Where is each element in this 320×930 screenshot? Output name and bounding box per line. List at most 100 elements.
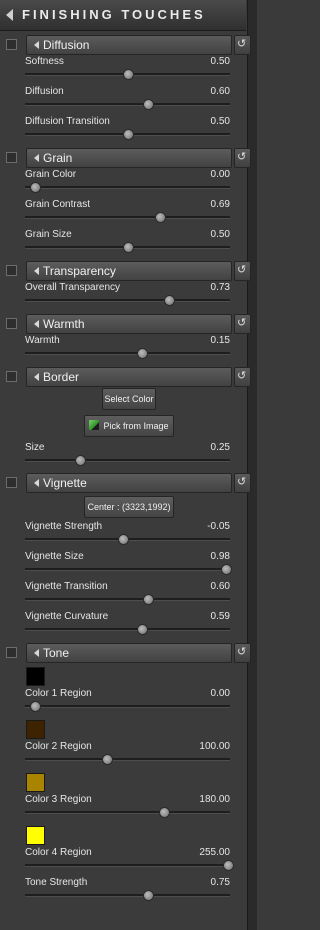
slider-label: Vignette Size [25, 551, 84, 562]
transparency-reset-button[interactable]: ↺ [234, 261, 251, 281]
pick-from-image-button[interactable]: Pick from Image [84, 415, 174, 437]
slider-value: 255.00 [199, 847, 230, 858]
transparency-enable-checkbox[interactable] [6, 265, 17, 276]
diffusion-header[interactable]: Diffusion [26, 35, 232, 55]
slider-track[interactable] [25, 182, 230, 193]
tone-enable-checkbox[interactable] [6, 647, 17, 658]
slider-label: Color 4 Region [25, 847, 92, 858]
reset-icon: ↺ [237, 264, 247, 276]
section-label: Warmth [43, 317, 85, 331]
reset-icon: ↺ [237, 646, 247, 658]
slider-knob[interactable] [159, 807, 171, 818]
slider-track[interactable] [25, 890, 230, 901]
collapse-triangle-icon[interactable] [6, 9, 13, 21]
slider-knob[interactable] [122, 242, 134, 253]
slider-value: 0.59 [210, 611, 230, 622]
slider-knob[interactable] [155, 212, 167, 223]
slider-track[interactable] [25, 860, 234, 871]
slider-value: 0.15 [210, 335, 230, 346]
slider-value: 0.60 [210, 86, 230, 97]
slider-label: Color 2 Region [25, 741, 92, 752]
slider-value: 0.98 [210, 551, 230, 562]
slider-value: 0.50 [210, 56, 230, 67]
color-3-swatch[interactable] [26, 773, 45, 792]
section-label: Diffusion [43, 38, 90, 52]
warmth-reset-button[interactable]: ↺ [234, 314, 251, 334]
panel-title: FINISHING TOUCHES [22, 7, 206, 22]
section-label: Tone [43, 646, 70, 660]
slider-track[interactable] [25, 129, 230, 140]
slider-track[interactable] [25, 455, 230, 466]
border-reset-button[interactable]: ↺ [234, 367, 251, 387]
slider-knob[interactable] [220, 564, 232, 575]
tone-header[interactable]: Tone [26, 643, 232, 663]
slider-track[interactable] [25, 69, 230, 80]
slider-row: Overall Transparency 0.73 [0, 282, 246, 312]
select-color-button[interactable]: Select Color [102, 388, 156, 410]
section-grain: Grain ↺ [0, 148, 256, 168]
slider-track[interactable] [25, 754, 230, 765]
slider-row: Vignette Size 0.98 [0, 551, 246, 581]
slider-label: Vignette Curvature [25, 611, 109, 622]
slider-track[interactable] [25, 594, 230, 605]
vignette-reset-button[interactable]: ↺ [234, 473, 251, 493]
color-4-swatch[interactable] [26, 826, 45, 845]
slider-knob[interactable] [136, 348, 148, 359]
slider-knob[interactable] [30, 701, 42, 712]
slider-track[interactable] [25, 242, 230, 253]
slider-knob[interactable] [143, 594, 154, 605]
slider-label: Vignette Strength [25, 521, 103, 532]
slider-knob[interactable] [122, 69, 134, 80]
slider-track[interactable] [25, 348, 230, 359]
slider-track[interactable] [25, 212, 230, 223]
warmth-enable-checkbox[interactable] [6, 318, 17, 329]
slider-track[interactable] [25, 807, 230, 818]
color-2-swatch[interactable] [26, 720, 45, 739]
slider-value: 0.75 [210, 877, 230, 888]
slider-track[interactable] [25, 534, 230, 545]
diffusion-reset-button[interactable]: ↺ [234, 35, 251, 55]
slider-track[interactable] [25, 624, 230, 635]
slider-knob[interactable] [163, 295, 175, 306]
slider-track[interactable] [25, 564, 232, 575]
slider-knob[interactable] [136, 624, 148, 635]
warmth-header[interactable]: Warmth [26, 314, 232, 334]
section-border: Border ↺ [0, 367, 256, 387]
vertical-scrollbar[interactable] [247, 0, 257, 930]
slider-track[interactable] [25, 295, 230, 306]
slider-value: 0.73 [210, 282, 230, 293]
slider-track[interactable] [25, 99, 230, 110]
expand-triangle-icon [34, 41, 39, 49]
slider-value: 0.50 [210, 116, 230, 127]
slider-label: Grain Size [25, 229, 72, 240]
expand-triangle-icon [34, 649, 39, 657]
vignette-header[interactable]: Vignette [26, 473, 232, 493]
slider-row: Diffusion 0.60 [0, 86, 246, 116]
panel-header[interactable]: FINISHING TOUCHES [0, 0, 246, 31]
diffusion-enable-checkbox[interactable] [6, 39, 17, 50]
transparency-header[interactable]: Transparency [26, 261, 232, 281]
vignette-center-button[interactable]: Center : (3323,1992) [84, 496, 174, 518]
grain-header[interactable]: Grain [26, 148, 232, 168]
vignette-enable-checkbox[interactable] [6, 477, 17, 488]
border-enable-checkbox[interactable] [6, 371, 17, 382]
slider-knob[interactable] [30, 182, 42, 193]
slider-track[interactable] [25, 701, 230, 712]
slider-label: Size [25, 442, 45, 453]
slider-knob[interactable] [222, 860, 234, 871]
eyedropper-icon [89, 420, 100, 430]
slider-knob[interactable] [122, 129, 134, 140]
expand-triangle-icon [34, 320, 39, 328]
slider-knob[interactable] [143, 890, 154, 901]
border-header[interactable]: Border [26, 367, 232, 387]
grain-enable-checkbox[interactable] [6, 152, 17, 163]
slider-knob[interactable] [102, 754, 113, 765]
slider-knob[interactable] [143, 99, 154, 110]
slider-label: Vignette Transition [25, 581, 108, 592]
tone-reset-button[interactable]: ↺ [234, 643, 251, 663]
slider-value: 0.50 [210, 229, 230, 240]
grain-reset-button[interactable]: ↺ [234, 148, 251, 168]
slider-knob[interactable] [118, 534, 130, 545]
color-1-swatch[interactable] [26, 667, 45, 686]
slider-knob[interactable] [75, 455, 87, 466]
